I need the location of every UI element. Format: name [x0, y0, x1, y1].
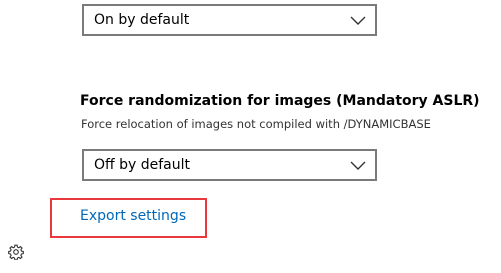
export-settings-link[interactable]: Export settings: [80, 207, 186, 225]
mandatory-aslr-dropdown[interactable]: Off by default: [82, 149, 377, 181]
top-setting-dropdown[interactable]: On by default: [82, 4, 377, 36]
setting-description-mandatory-aslr: Force relocation of images not compiled …: [81, 117, 431, 131]
setting-title-mandatory-aslr: Force randomization for images (Mandator…: [80, 93, 480, 109]
dropdown-selected-value: Off by default: [94, 157, 190, 173]
dropdown-selected-value: On by default: [94, 12, 190, 28]
chevron-down-icon: [350, 14, 366, 26]
chevron-down-icon: [350, 159, 366, 171]
gear-icon[interactable]: [8, 244, 24, 260]
